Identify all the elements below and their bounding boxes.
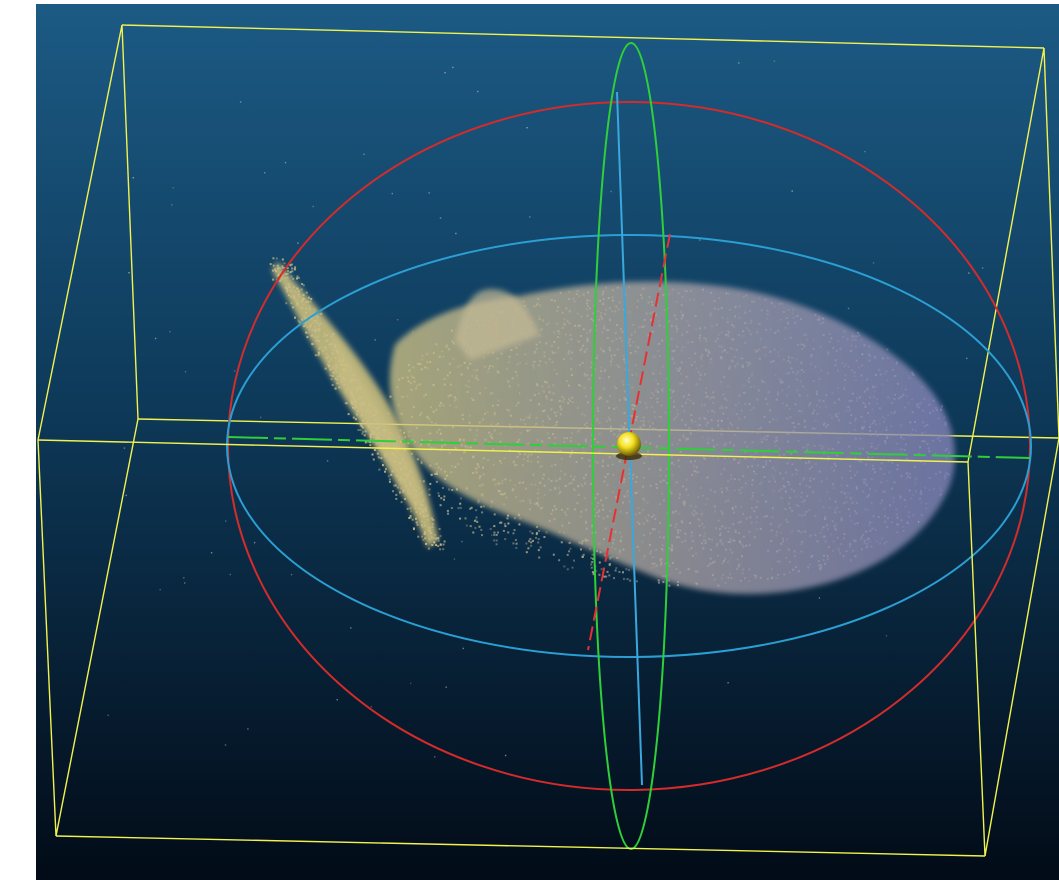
3d-scene[interactable] xyxy=(36,4,1059,880)
center-marker[interactable] xyxy=(617,432,641,456)
3d-viewport[interactable] xyxy=(36,4,1059,880)
sphere-icon[interactable] xyxy=(616,432,642,460)
3d-viewer-app xyxy=(0,0,1059,880)
